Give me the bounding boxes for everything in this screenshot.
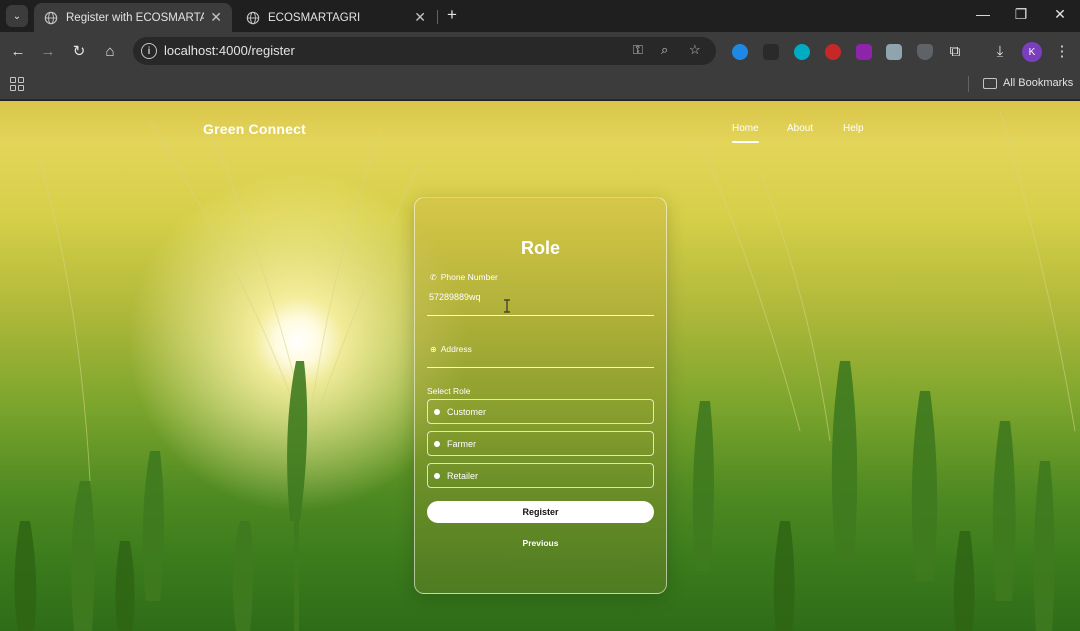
- home-icon[interactable]: ⌂: [100, 41, 120, 61]
- extension-image-icon[interactable]: [886, 44, 902, 60]
- extension-edge-icon[interactable]: [732, 44, 748, 60]
- zoom-icon[interactable]: ⌕: [661, 42, 668, 58]
- globe-icon: [44, 11, 58, 24]
- new-tab-button[interactable]: +: [444, 5, 460, 25]
- password-key-icon[interactable]: ⚿: [633, 42, 643, 58]
- address-bar[interactable]: i localhost:4000/register ⚿ ⌕ ☆: [133, 37, 716, 65]
- radio-dot-icon: [434, 472, 440, 479]
- all-bookmarks-link[interactable]: All Bookmarks: [1003, 77, 1073, 89]
- minimize-icon[interactable]: —: [973, 6, 993, 22]
- tab-register[interactable]: Register with ECOSMARTAGRI ✕: [34, 3, 232, 32]
- download-icon[interactable]: ⤓: [990, 41, 1010, 61]
- extension-refresh-icon[interactable]: [794, 44, 810, 60]
- tab-search-button[interactable]: ⌄: [6, 5, 28, 27]
- url-text: localhost:4000/register: [164, 43, 295, 58]
- text-cursor-icon: [504, 299, 510, 313]
- role-option-label: Retailer: [447, 470, 479, 481]
- tab-ecosmartagri[interactable]: ECOSMARTAGRI ✕: [236, 3, 436, 32]
- role-option-label: Customer: [447, 406, 487, 417]
- register-card: Role ✆ Phone Number 57289889wq ⊕ Address…: [414, 197, 667, 594]
- bookmarks-divider: [968, 76, 969, 92]
- role-option-retailer[interactable]: Retailer: [427, 463, 654, 488]
- nav-home-link[interactable]: Home: [732, 123, 759, 143]
- menu-kebab-icon[interactable]: ⋮: [1052, 41, 1072, 61]
- tab-title: ECOSMARTAGRI: [268, 11, 361, 24]
- phone-label: ✆ Phone Number: [430, 272, 498, 282]
- bookmarks-bar: All Bookmarks: [0, 70, 1080, 100]
- tab-title: Register with ECOSMARTAGRI: [66, 11, 205, 24]
- globe-icon: [246, 11, 260, 24]
- forward-icon[interactable]: →: [38, 41, 58, 61]
- site-info-icon[interactable]: i: [141, 43, 157, 59]
- close-icon[interactable]: ✕: [414, 9, 426, 26]
- role-option-farmer[interactable]: Farmer: [427, 431, 654, 456]
- close-window-icon[interactable]: ✕: [1050, 6, 1070, 23]
- phone-input[interactable]: 57289889wq: [429, 292, 481, 302]
- site-brand[interactable]: Green Connect: [203, 121, 306, 137]
- extension-dark-icon[interactable]: [763, 44, 779, 60]
- profile-avatar[interactable]: K: [1022, 42, 1042, 62]
- register-button[interactable]: Register: [427, 501, 654, 523]
- role-option-label: Farmer: [447, 438, 476, 449]
- select-role-label: Select Role: [427, 386, 471, 396]
- address-label-text: Address: [440, 344, 472, 354]
- reload-icon[interactable]: ↻: [69, 41, 89, 61]
- phone-underline: [427, 315, 654, 316]
- tab-divider: [437, 10, 438, 24]
- nav-help-link[interactable]: Help: [843, 123, 864, 134]
- address-field[interactable]: ⊕ Address: [430, 344, 472, 354]
- page-viewport: Green Connect Home About Help Role ✆ Pho…: [0, 101, 1080, 631]
- phone-label-text: Phone Number: [440, 272, 498, 282]
- restore-icon[interactable]: ❐: [1011, 6, 1031, 23]
- back-icon[interactable]: ←: [8, 41, 28, 61]
- role-option-customer[interactable]: Customer: [427, 399, 654, 424]
- browser-toolbar: ← → ↻ ⌂ i localhost:4000/register ⚿ ⌕ ☆ …: [0, 32, 1080, 70]
- extension-ublock-icon[interactable]: [825, 44, 841, 60]
- site-navbar: Green Connect Home About Help: [0, 101, 1080, 157]
- close-icon[interactable]: ✕: [210, 9, 222, 26]
- nav-about-link[interactable]: About: [787, 123, 813, 134]
- apps-grid-icon[interactable]: [10, 77, 24, 91]
- chevron-down-icon: ⌄: [12, 10, 22, 22]
- location-icon: ⊕: [430, 344, 437, 354]
- form-title: Role: [520, 238, 560, 258]
- extension-shield-icon[interactable]: [917, 44, 933, 60]
- extensions-puzzle-icon[interactable]: ⧉: [945, 41, 965, 61]
- folder-icon[interactable]: [983, 78, 997, 89]
- radio-dot-icon: [434, 440, 440, 447]
- phone-icon: ✆: [430, 272, 437, 282]
- address-underline: [427, 367, 654, 368]
- bookmark-star-icon[interactable]: ☆: [689, 42, 701, 58]
- previous-link[interactable]: Previous: [415, 538, 666, 548]
- radio-dot-icon: [434, 408, 440, 415]
- tab-strip: ⌄ Register with ECOSMARTAGRI ✕ ECOSMARTA…: [0, 0, 1080, 32]
- extension-purple-icon[interactable]: [856, 44, 872, 60]
